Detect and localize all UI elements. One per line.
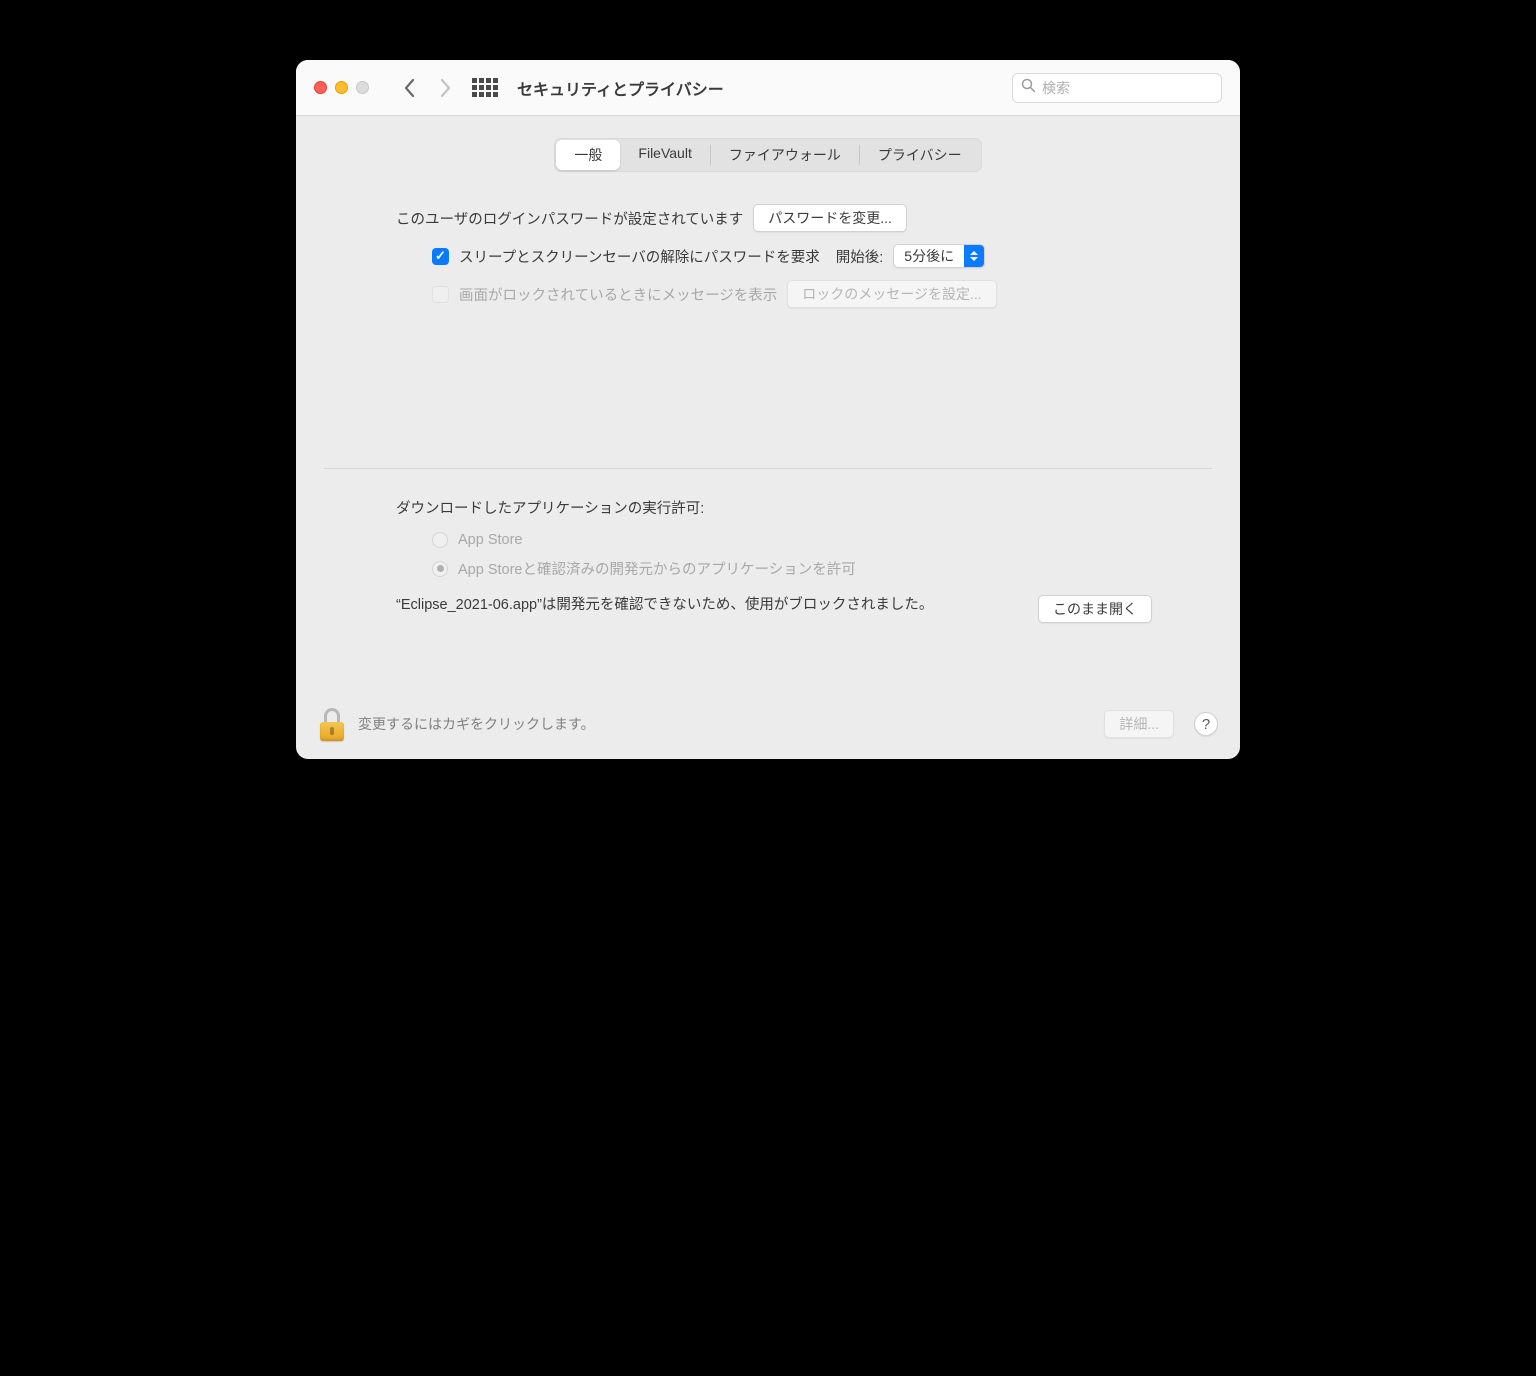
chevron-updown-icon	[964, 245, 984, 267]
lock-hint-text: 変更するにはカギをクリックします。	[358, 714, 1092, 734]
zoom-window-button	[356, 81, 369, 94]
radio-app-store-label: App Store	[458, 532, 523, 548]
password-set-label: このユーザのログインパスワードが設定されています	[396, 208, 743, 229]
delay-select[interactable]: 5分後に	[893, 244, 985, 268]
search-input[interactable]	[1042, 80, 1223, 96]
blocked-app-message: “Eclipse_2021-06.app”は開発元を確認できないため、使用がブロ…	[396, 595, 1024, 617]
downloads-heading: ダウンロードしたアプリケーションの実行許可:	[396, 497, 1152, 518]
all-prefs-grid-icon[interactable]	[471, 78, 499, 97]
advanced-button: 詳細...	[1104, 710, 1174, 738]
traffic-lights	[314, 81, 369, 94]
tab-general[interactable]: 一般	[556, 140, 620, 170]
minimize-window-button[interactable]	[335, 81, 348, 94]
forward-button	[431, 74, 459, 102]
tab-filevault[interactable]: FileVault	[620, 140, 709, 170]
tab-bar: 一般 FileVault ファイアウォール プライバシー	[296, 138, 1240, 172]
radio-identified-devs-label: App Storeと確認済みの開発元からのアプリケーションを許可	[458, 558, 856, 579]
change-password-button[interactable]: パスワードを変更...	[753, 204, 907, 232]
content-area: 一般 FileVault ファイアウォール プライバシー このユーザのログインパ…	[296, 116, 1240, 759]
tab-privacy[interactable]: プライバシー	[860, 140, 980, 170]
search-field-wrap[interactable]	[1012, 73, 1222, 103]
general-panel: このユーザのログインパスワードが設定されています パスワードを変更... スリー…	[296, 196, 1240, 647]
help-button[interactable]: ?	[1194, 712, 1218, 736]
tab-firewall[interactable]: ファイアウォール	[711, 140, 859, 170]
require-password-checkbox[interactable]	[432, 248, 449, 265]
search-icon	[1021, 78, 1036, 97]
set-lock-message-button: ロックのメッセージを設定...	[787, 280, 996, 308]
footer: 変更するにはカギをクリックします。 詳細... ?	[296, 647, 1240, 759]
lock-icon[interactable]	[318, 707, 346, 741]
lock-message-label: 画面がロックされているときにメッセージを表示	[459, 284, 777, 305]
after-label: 開始後:	[836, 246, 884, 267]
close-window-button[interactable]	[314, 81, 327, 94]
delay-select-value: 5分後に	[904, 246, 964, 266]
prefs-window: セキュリティとプライバシー 一般 FileVault ファイアウォール プライバ…	[296, 60, 1240, 759]
lock-message-checkbox	[432, 286, 449, 303]
require-password-label: スリープとスクリーンセーバの解除にパスワードを要求	[459, 246, 820, 267]
radio-identified-devs	[432, 561, 448, 577]
radio-app-store	[432, 532, 448, 548]
window-title: セキュリティとプライバシー	[517, 76, 724, 100]
back-button[interactable]	[395, 74, 423, 102]
titlebar: セキュリティとプライバシー	[296, 60, 1240, 116]
open-anyway-button[interactable]: このまま開く	[1038, 595, 1152, 623]
